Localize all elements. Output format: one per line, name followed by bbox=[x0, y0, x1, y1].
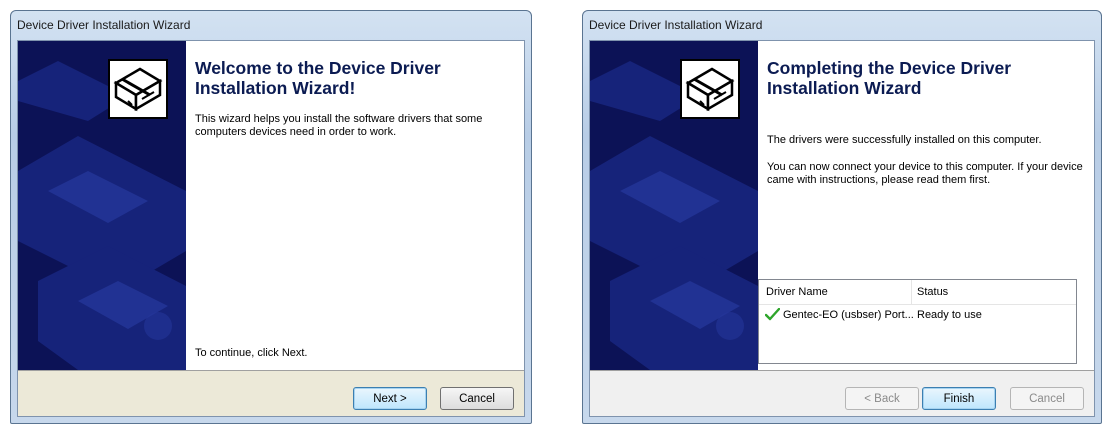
instructions-text: You can now connect your device to this … bbox=[767, 161, 1083, 187]
wizard-content: Welcome to the Device Driver Installatio… bbox=[186, 41, 524, 370]
wizard-client-area: Completing the Device Driver Installatio… bbox=[589, 40, 1095, 417]
column-header-driver-name[interactable]: Driver Name bbox=[766, 286, 828, 298]
wizard-description: This wizard helps you install the softwa… bbox=[195, 113, 482, 139]
page-title: Completing the Device Driver Installatio… bbox=[767, 58, 1011, 98]
title-bar[interactable]: Device Driver Installation Wizard bbox=[11, 11, 531, 41]
title-bar[interactable]: Device Driver Installation Wizard bbox=[583, 11, 1101, 41]
green-check-icon bbox=[765, 308, 780, 321]
title-line-2: Installation Wizard bbox=[767, 78, 922, 98]
page-title: Welcome to the Device Driver Installatio… bbox=[195, 58, 441, 98]
title-line-1: Completing the Device Driver bbox=[767, 58, 1012, 78]
back-button[interactable]: < Back bbox=[845, 387, 919, 410]
instructions-line-2: came with instructions, please read them… bbox=[767, 174, 991, 186]
window-title: Device Driver Installation Wizard bbox=[589, 18, 763, 32]
completing-wizard-window: Device Driver Installation Wizard Comple… bbox=[582, 10, 1102, 424]
wizard-sidebar-graphic bbox=[18, 41, 186, 370]
button-bar: < Back Finish Cancel bbox=[590, 370, 1094, 416]
continue-instruction: To continue, click Next. bbox=[195, 347, 308, 359]
title-line-1: Welcome to the Device Driver bbox=[195, 58, 441, 78]
success-message: The drivers were successfully installed … bbox=[767, 134, 1042, 146]
description-line-2: computers devices need in order to work. bbox=[195, 126, 397, 138]
window-title: Device Driver Installation Wizard bbox=[17, 18, 191, 32]
driver-name-cell: Gentec-EO (usbser) Port... bbox=[783, 309, 914, 321]
cancel-button[interactable]: Cancel bbox=[1010, 387, 1084, 410]
hardware-device-icon bbox=[680, 59, 740, 119]
driver-status-table[interactable]: Driver Name Status Gentec-EO (usbser) Po… bbox=[758, 279, 1077, 364]
cancel-button[interactable]: Cancel bbox=[440, 387, 514, 410]
column-divider[interactable] bbox=[911, 280, 912, 304]
column-header-status[interactable]: Status bbox=[917, 286, 948, 298]
instructions-line-1: You can now connect your device to this … bbox=[767, 161, 1083, 173]
wizard-content: Completing the Device Driver Installatio… bbox=[758, 41, 1094, 370]
hardware-device-icon bbox=[108, 59, 168, 119]
wizard-sidebar-graphic bbox=[590, 41, 758, 370]
title-line-2: Installation Wizard! bbox=[195, 78, 356, 98]
wizard-client-area: Welcome to the Device Driver Installatio… bbox=[17, 40, 525, 417]
welcome-wizard-window: Device Driver Installation Wizard Welcom… bbox=[10, 10, 532, 424]
next-button[interactable]: Next > bbox=[353, 387, 427, 410]
finish-button[interactable]: Finish bbox=[922, 387, 996, 410]
description-line-1: This wizard helps you install the softwa… bbox=[195, 113, 483, 125]
table-header-row: Driver Name Status bbox=[759, 280, 1076, 305]
button-bar: Next > Cancel bbox=[18, 370, 524, 416]
status-cell: Ready to use bbox=[917, 309, 982, 321]
